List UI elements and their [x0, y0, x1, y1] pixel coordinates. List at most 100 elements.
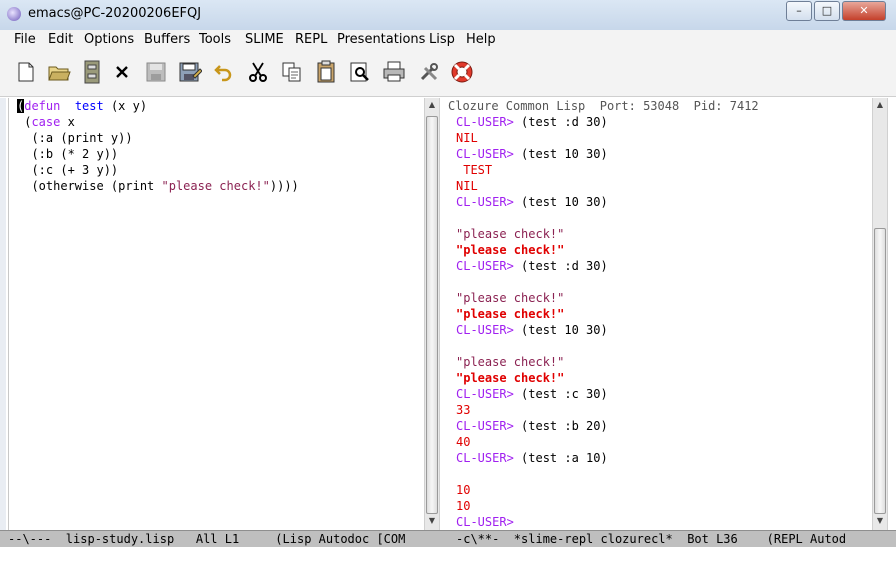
copy-icon[interactable]: [280, 60, 304, 84]
repl-line: CL-USER> (test 10 30): [456, 146, 608, 162]
repl-output[interactable]: CL-USER> (test :d 30) NIL CL-USER> (test 1…: [456, 114, 608, 530]
menu-file[interactable]: File: [14, 32, 36, 47]
undo-icon[interactable]: [212, 60, 236, 84]
editor-code[interactable]: (defun test (x y) (case x (:a (print y))…: [17, 98, 299, 194]
editor-scrollbar[interactable]: ▲ ▼: [424, 98, 440, 530]
help-icon[interactable]: [450, 60, 474, 84]
repl-token: CL-USER>: [456, 515, 514, 529]
scroll-down-arrow[interactable]: ▼: [425, 516, 439, 525]
editor-token: defun: [24, 99, 61, 113]
repl-token: (test 10 30): [513, 147, 608, 161]
mode-line-right: -c\**- *slime-repl clozurecl* Bot L36 (R…: [456, 532, 847, 546]
editor-pane[interactable]: (defun test (x y) (case x (:a (print y))…: [8, 98, 417, 530]
repl-line: CL-USER> (test 10 30): [456, 322, 608, 338]
search-icon[interactable]: [348, 60, 372, 84]
repl-line: TEST: [456, 162, 608, 178]
repl-line: [456, 338, 608, 354]
close-button[interactable]: ✕: [842, 1, 886, 21]
menu-presentations[interactable]: Presentations: [337, 32, 425, 47]
maximize-button[interactable]: □: [814, 1, 840, 21]
repl-token: "please check!": [456, 243, 565, 257]
mode-line: --\--- lisp-study.lisp All L1 (Lisp Auto…: [0, 530, 896, 548]
tool-bar: [0, 50, 896, 97]
repl-token: (test 10 30): [513, 323, 608, 337]
menu-lisp[interactable]: Lisp: [429, 32, 455, 47]
editor-token: case: [31, 115, 61, 129]
repl-line: NIL: [456, 130, 608, 146]
repl-header: Clozure Common Lisp Port: 53048 Pid: 741…: [448, 99, 759, 113]
menu-bar: File Edit Options Buffers Tools SLIME RE…: [0, 30, 896, 50]
menu-buffers[interactable]: Buffers: [144, 32, 190, 47]
scroll-up-arrow[interactable]: ▲: [425, 100, 439, 109]
repl-token: CL-USER>: [456, 195, 514, 209]
save-as-icon[interactable]: [178, 60, 202, 84]
close-buffer-icon[interactable]: [110, 60, 134, 84]
title-bar: emacs@PC-20200206EFQJ – □ ✕: [0, 0, 896, 31]
repl-token: 33: [456, 403, 471, 417]
repl-token: NIL: [456, 179, 478, 193]
editor-token: "please check!": [161, 179, 270, 193]
repl-token: NIL: [456, 131, 478, 145]
repl-scrollbar[interactable]: ▲ ▼: [872, 98, 888, 530]
menu-options[interactable]: Options: [84, 32, 134, 47]
repl-scroll-thumb[interactable]: [874, 228, 886, 514]
customize-icon[interactable]: [417, 60, 441, 84]
repl-line: CL-USER> (test :d 30): [456, 258, 608, 274]
mode-line-left: --\--- lisp-study.lisp All L1 (Lisp Auto…: [8, 532, 406, 546]
repl-line: CL-USER>: [456, 514, 608, 530]
editor-token: (:c (+ 3 y)): [17, 163, 119, 177]
editor-line: (:b (* 2 y)): [17, 146, 299, 162]
repl-line: [456, 210, 608, 226]
repl-token: "please check!": [456, 291, 565, 305]
repl-line: "please check!": [456, 306, 608, 322]
editor-token: (x y): [103, 99, 148, 113]
repl-token: CL-USER>: [456, 259, 514, 273]
repl-token: "please check!": [456, 307, 565, 321]
cut-icon[interactable]: [246, 60, 270, 84]
paste-icon[interactable]: [314, 60, 338, 84]
menu-help[interactable]: Help: [466, 32, 496, 47]
menu-repl[interactable]: REPL: [295, 32, 327, 47]
open-folder-icon[interactable]: [47, 60, 71, 84]
repl-token: TEST: [456, 163, 493, 177]
scroll-down-arrow[interactable]: ▼: [873, 516, 887, 525]
repl-line: CL-USER> (test :a 10): [456, 450, 608, 466]
menu-edit[interactable]: Edit: [48, 32, 73, 47]
repl-line: CL-USER> (test :b 20): [456, 418, 608, 434]
repl-line: "please check!": [456, 226, 608, 242]
repl-token: CL-USER>: [456, 387, 514, 401]
repl-line: CL-USER> (test :d 30): [456, 114, 608, 130]
editor-token: (otherwise (print: [17, 179, 162, 193]
minibuffer[interactable]: [0, 547, 896, 570]
left-fringe: [0, 98, 6, 530]
window-title: emacs@PC-20200206EFQJ: [28, 6, 202, 21]
emacs-icon: [7, 7, 21, 21]
editor-token: (:a (print y)): [17, 131, 133, 145]
repl-line: [456, 274, 608, 290]
editor-line: (defun test (x y): [17, 98, 299, 114]
dired-icon[interactable]: [80, 60, 104, 84]
repl-token: CL-USER>: [456, 419, 514, 433]
repl-line: "please check!": [456, 370, 608, 386]
repl-token: CL-USER>: [456, 115, 514, 129]
editor-scroll-thumb[interactable]: [426, 116, 438, 514]
scroll-up-arrow[interactable]: ▲: [873, 100, 887, 109]
minimize-button[interactable]: –: [786, 1, 812, 21]
repl-line: "please check!": [456, 242, 608, 258]
menu-tools[interactable]: Tools: [199, 32, 231, 47]
repl-token: (test :d 30): [513, 115, 608, 129]
repl-token: "please check!": [456, 355, 565, 369]
repl-line: "please check!": [456, 354, 608, 370]
save-icon[interactable]: [144, 60, 168, 84]
menu-slime[interactable]: SLIME: [245, 32, 284, 47]
print-icon[interactable]: [382, 60, 406, 84]
repl-token: CL-USER>: [456, 147, 514, 161]
editor-token: test: [74, 99, 104, 113]
new-file-icon[interactable]: [14, 60, 38, 84]
repl-token: (test 10 30): [513, 195, 608, 209]
repl-token: "please check!": [456, 227, 565, 241]
repl-token: CL-USER>: [456, 323, 514, 337]
repl-line: 40: [456, 434, 608, 450]
repl-line: CL-USER> (test :c 30): [456, 386, 608, 402]
repl-pane[interactable]: Clozure Common Lisp Port: 53048 Pid: 741…: [446, 98, 870, 530]
